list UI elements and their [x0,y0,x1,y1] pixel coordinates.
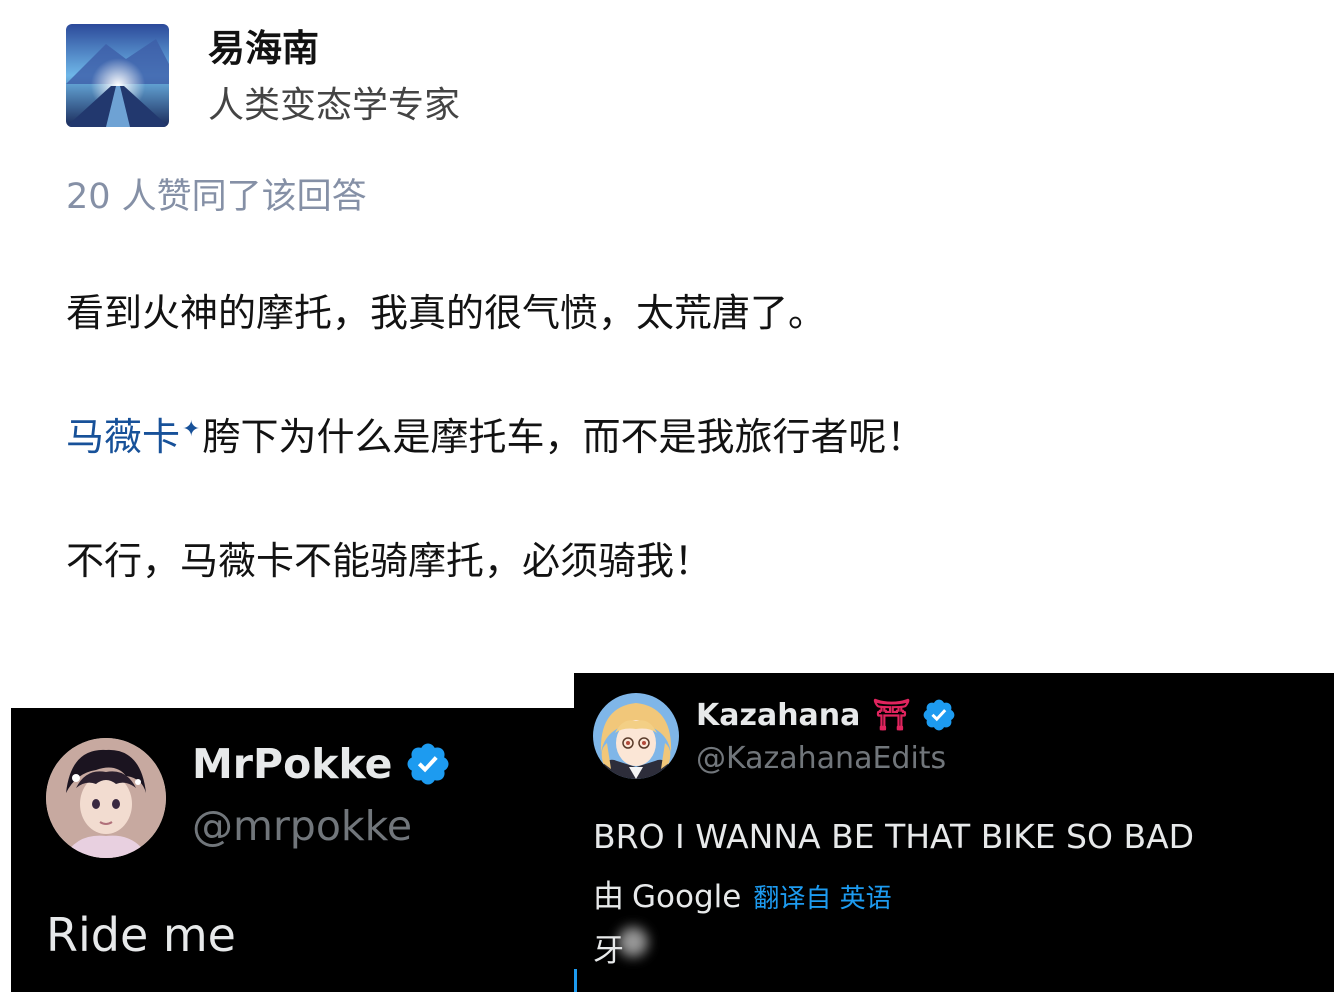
answer-paragraph-1: 看到火神的摩托，我真的很气愤，太荒唐了。 [66,291,827,335]
tweet-text: Ride me [46,908,236,962]
display-name[interactable]: MrPokke [192,740,452,788]
avatar-image [66,24,169,127]
author-avatar[interactable] [66,24,169,127]
vote-count: 20 人赞同了该回答 [66,177,367,217]
anime-avatar-icon [46,738,166,858]
loading-blur [618,927,648,957]
verified-badge-icon [407,743,449,785]
handle[interactable]: @mrpokke [192,802,412,850]
google-logo-text: Google [632,879,742,915]
handle[interactable]: @KazahanaEdits [696,741,946,776]
display-name-text: MrPokke [192,740,393,788]
scroll-indicator [574,969,577,992]
display-name[interactable]: Kazahana ⛩ [696,697,957,733]
topic-link[interactable]: 马薇卡 [66,415,180,459]
author-name[interactable]: 易海南 [208,18,319,72]
translation-bar: 由 Google 翻译自 英语 [593,871,892,916]
tweet-text: BRO I WANNA BE THAT BIKE SO BAD [593,817,1195,856]
sparkle-icon: ✦ [182,417,201,442]
torii-emoji: ⛩ [872,697,911,733]
translate-link[interactable]: 翻译自 英语 [753,878,891,915]
tweet-mrpokke: MrPokke @mrpokke Ride me [11,708,611,992]
avatar[interactable] [46,738,166,858]
avatar[interactable] [593,693,679,779]
answer-paragraph-3: 不行，马薇卡不能骑摩托，必须骑我！ [66,539,713,583]
tweet-kazahana: Kazahana ⛩ @KazahanaEdits BRO I WANNA BE… [574,673,1334,992]
author-bio: 人类变态学专家 [208,85,461,126]
display-name-text: Kazahana [696,697,861,733]
anime-avatar-icon [593,693,679,779]
screenshot-collage: 易海南 人类变态学专家 20 人赞同了该回答 看到火神的摩托，我真的很气愤，太荒… [0,0,1334,992]
verified-badge-icon [923,699,954,731]
answer-paragraph-2: 马薇卡✦胯下为什么是摩托车，而不是我旅行者呢！ [66,406,924,461]
translated-by-label: 由 [593,879,624,915]
answer-paragraph-2-text: 胯下为什么是摩托车，而不是我旅行者呢！ [202,415,925,459]
